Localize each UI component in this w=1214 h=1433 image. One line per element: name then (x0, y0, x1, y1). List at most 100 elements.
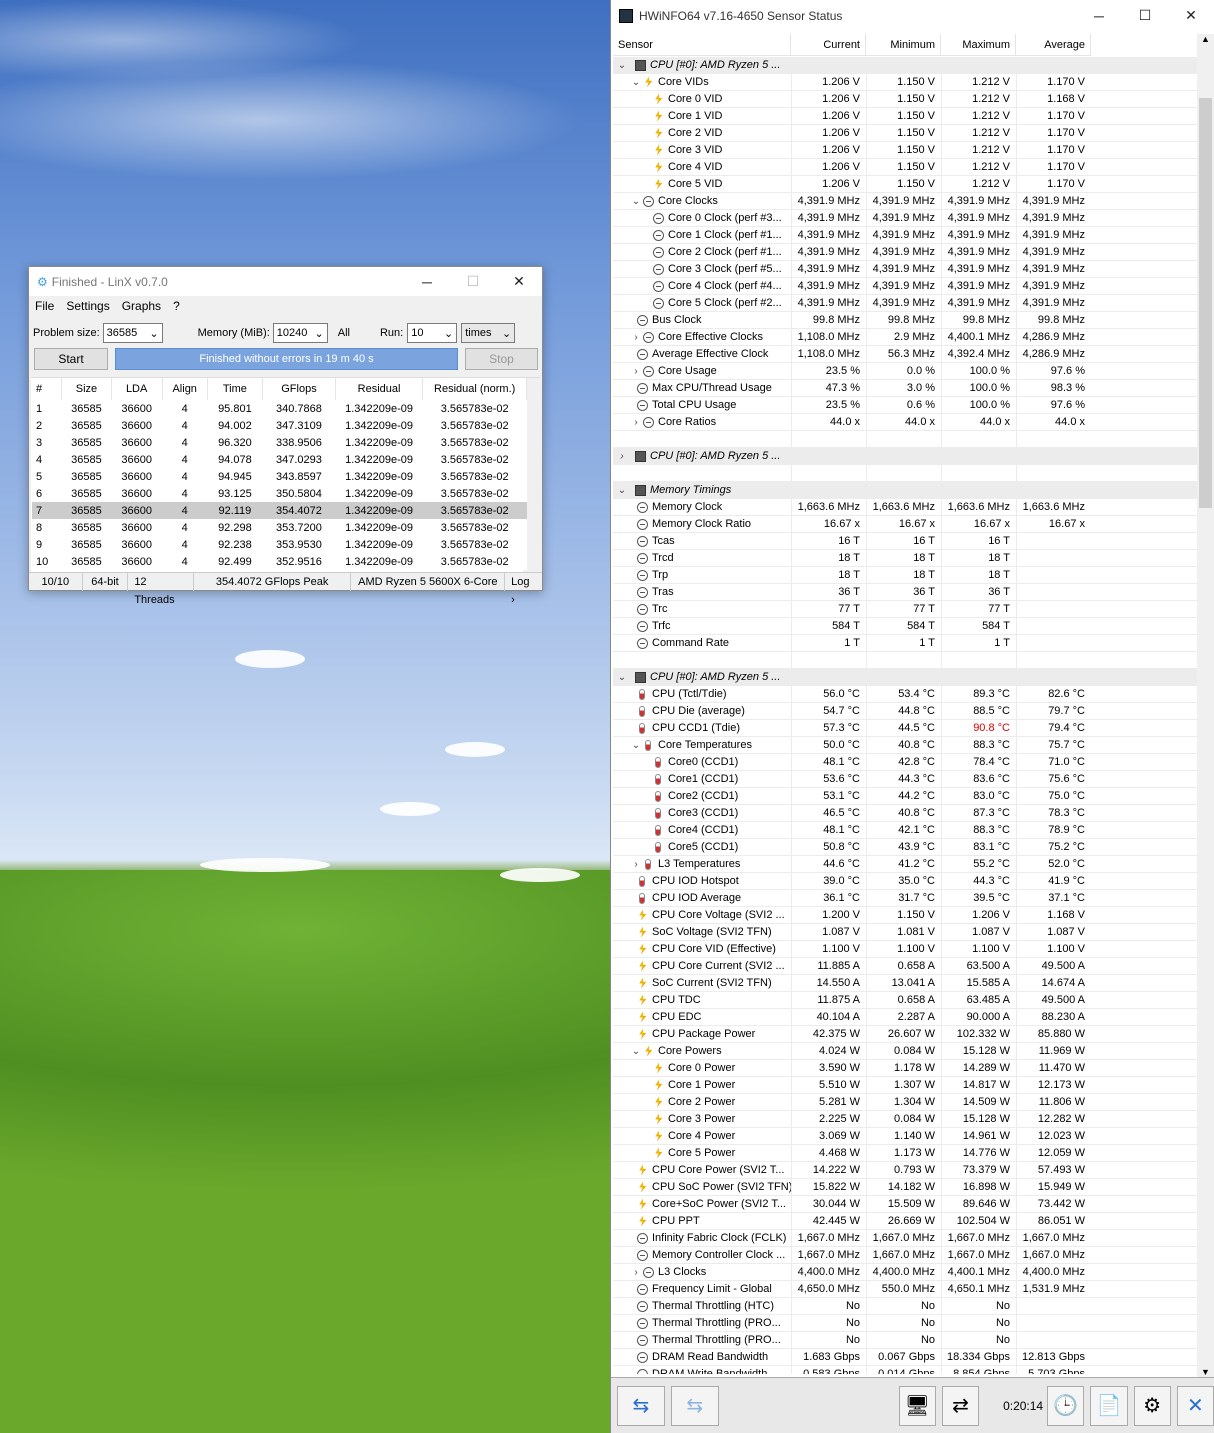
column-header[interactable]: Residual (335, 378, 424, 400)
maximize-icon[interactable]: ☐ (1122, 1, 1168, 30)
sensor-group-row[interactable]: ⌄ Memory Timings (613, 481, 1198, 499)
collapsed-chevron-icon[interactable]: › (629, 332, 643, 343)
sensor-row[interactable]: Core3 (CCD1) 46.5 °C 40.8 °C 87.3 °C 78.3 °C (613, 804, 1198, 822)
sensor-row[interactable]: Core0 (CCD1) 48.1 °C 42.8 °C 78.4 °C 71.0 °C (613, 753, 1198, 771)
sensor-row[interactable]: Average Effective Clock 1,108.0 MHz 56.3 M… (613, 345, 1198, 363)
expanded-chevron-icon[interactable]: ⌄ (615, 485, 629, 496)
collapsed-chevron-icon[interactable]: › (629, 859, 643, 870)
expanded-chevron-icon[interactable]: ⌄ (629, 740, 643, 751)
sensor-row[interactable]: Memory Clock 1,663.6 MHz 1,663.6 MHz 1,663.… (613, 498, 1198, 516)
sensor-row[interactable]: ⌄ Core Temperatures 50.0 °C 40.8 °C 88.3 °C 7… (613, 736, 1198, 754)
sensor-row[interactable]: CPU TDC 11.875 A 0.658 A 63.485 A 49.500 A (613, 991, 1198, 1009)
sensor-row[interactable]: Core 0 Power 3.590 W 1.178 W 14.289 W 11.470… (613, 1059, 1198, 1077)
column-header[interactable]: GFlops (262, 378, 336, 400)
col-average[interactable]: Average (1016, 34, 1091, 55)
vertical-scrollbar[interactable]: ▲ ▼ (1197, 34, 1214, 1377)
sensor-group-row[interactable]: ⌄ CPU [#0]: AMD Ryzen 5 ... (613, 57, 1198, 74)
settings-gear-icon[interactable]: ⚙ (1133, 1385, 1171, 1426)
expanded-chevron-icon[interactable]: ⌄ (615, 672, 629, 683)
expanded-chevron-icon[interactable]: ⌄ (615, 60, 629, 71)
column-header[interactable]: Residual (norm.) (422, 378, 527, 400)
sensor-row[interactable]: Thermal Throttling (PRO... No No No (613, 1314, 1198, 1332)
start-button[interactable]: Start (34, 348, 108, 370)
minimize-icon[interactable]: ─ (1076, 1, 1122, 30)
sensor-row[interactable]: Core 4 Power 3.069 W 1.140 W 14.961 W 12.023… (613, 1127, 1198, 1145)
expanded-chevron-icon[interactable]: ⌄ (629, 196, 643, 207)
sensor-row[interactable]: Memory Clock Ratio 16.67 x 16.67 x 16.67 x1… (613, 515, 1198, 533)
sensor-row[interactable]: Core 2 Power 5.281 W 1.304 W 14.509 W 11.806… (613, 1093, 1198, 1111)
sensor-row[interactable]: CPU SoC Power (SVI2 TFN) 15.822 W 14.182 W… (613, 1178, 1198, 1196)
sensor-row[interactable]: Core 4 VID 1.206 V 1.150 V 1.212 V 1.170 V (613, 158, 1198, 176)
sensor-row[interactable]: CPU IOD Average 36.1 °C 31.7 °C 39.5 °C 37.1… (613, 889, 1198, 907)
sensor-row[interactable]: Core 2 Clock (perf #1... 4,391.9 MHz 4,391… (613, 243, 1198, 261)
sensor-row[interactable]: Core 5 VID 1.206 V 1.150 V 1.212 V 1.170 V (613, 175, 1198, 193)
sensor-row[interactable]: Core 5 Clock (perf #2... 4,391.9 MHz 4,391… (613, 294, 1198, 312)
problem-size-combo[interactable]: 36585 ⌄ (102, 323, 163, 343)
sensor-row[interactable]: CPU Core Voltage (SVI2 ... 1.200 V 1.150 V… (613, 906, 1198, 924)
all-button[interactable]: All (338, 327, 350, 339)
sensor-row[interactable]: Core 4 Clock (perf #4... 4,391.9 MHz 4,391… (613, 277, 1198, 295)
sensor-row[interactable]: Core 3 Clock (perf #5... 4,391.9 MHz 4,391… (613, 260, 1198, 278)
scroll-up-icon[interactable]: ▲ (1197, 34, 1214, 44)
sensor-row[interactable]: Core1 (CCD1) 53.6 °C 44.3 °C 83.6 °C 75.6 °C (613, 770, 1198, 788)
sensor-row[interactable]: Core4 (CCD1) 48.1 °C 42.1 °C 88.3 °C 78.9 °C (613, 821, 1198, 839)
sensor-row[interactable]: Tcas 16 T 16 T 16 T (613, 532, 1198, 550)
expanded-chevron-icon[interactable]: ⌄ (629, 77, 643, 88)
run-combo[interactable]: 10 ⌄ (407, 323, 458, 343)
col-sensor[interactable]: Sensor (613, 34, 791, 55)
sensor-row[interactable]: Command Rate 1 T1 T1 T (613, 634, 1198, 652)
sensor-row[interactable]: DRAM Write Bandwidth 0.583 Gbps 0.014 Gbps… (613, 1365, 1198, 1374)
sensor-row[interactable]: Core2 (CCD1) 53.1 °C 44.2 °C 83.0 °C 75.0 °C (613, 787, 1198, 805)
column-header[interactable]: Align (162, 378, 208, 400)
times-combo[interactable]: times ⌄ (461, 323, 516, 343)
scroll-down-icon[interactable]: ▼ (1197, 1367, 1214, 1377)
close-icon[interactable]: ✕ (1176, 1385, 1214, 1426)
sensor-row[interactable]: ⌄ Core VIDs 1.206 V 1.150 V 1.212 V 1.170 V (613, 73, 1198, 91)
sensor-row[interactable]: Core+SoC Power (SVI2 T... 30.044 W 15.509 … (613, 1195, 1198, 1213)
sensor-row[interactable]: Thermal Throttling (PRO... No No No (613, 1331, 1198, 1349)
close-icon[interactable]: ✕ (1168, 1, 1214, 30)
menu-help[interactable]: ? (167, 299, 186, 313)
scroll-thumb[interactable] (1199, 98, 1212, 508)
table-row[interactable]: 2 36585 36600 4 94.002 347.3109 1.342209e-09 3.… (32, 417, 527, 434)
sensor-row[interactable]: SoC Current (SVI2 TFN) 14.550 A 13.041 A 15… (613, 974, 1198, 992)
navigate-icon[interactable]: ⇆ (617, 1385, 665, 1426)
collapsed-chevron-icon[interactable]: › (629, 417, 643, 428)
sensor-row[interactable]: ⌄ Core Powers 4.024 W 0.084 W 15.128 W 11.969… (613, 1042, 1198, 1060)
sensor-row[interactable]: Total CPU Usage 23.5 % 0.6 % 100.0 % 97.6 % (613, 396, 1198, 414)
col-maximum[interactable]: Maximum (941, 34, 1016, 55)
sensor-row[interactable]: CPU Core Current (SVI2 ... 11.885 A 0.658 … (613, 957, 1198, 975)
column-header[interactable]: Time (207, 378, 264, 400)
sensor-row[interactable]: Trcd 18 T 18 T 18 T (613, 549, 1198, 567)
sensor-row[interactable]: ⌄ Core Clocks 4,391.9 MHz 4,391.9 MHz 4,391.… (613, 192, 1198, 210)
menu-settings[interactable]: Settings (60, 299, 115, 313)
sensor-row[interactable]: CPU IOD Hotspot 39.0 °C 35.0 °C 44.3 °C 41.9… (613, 872, 1198, 890)
network-icon[interactable]: 🖥 (898, 1385, 936, 1426)
memory-combo[interactable]: 10240 ⌄ (272, 323, 328, 343)
sensor-row[interactable]: CPU CCD1 (Tdie) 57.3 °C 44.5 °C 90.8 °C 79.4… (613, 719, 1198, 737)
column-header[interactable]: # (32, 378, 63, 400)
table-row[interactable]: 6 36585 36600 4 93.125 350.5804 1.342209e-09 3.… (32, 485, 527, 502)
sensor-row[interactable]: Core 1 VID 1.206 V 1.150 V 1.212 V 1.170 V (613, 107, 1198, 125)
sensor-row[interactable]: Core 3 Power 2.225 W 0.084 W 15.128 W 12.282… (613, 1110, 1198, 1128)
stop-button[interactable]: Stop (465, 348, 538, 370)
table-row[interactable]: 10 36585 36600 4 92.499 352.9516 1.342209e-09 3… (32, 553, 527, 570)
sensor-row[interactable]: › Core Effective Clocks 1,108.0 MHz 2.9 MHz… (613, 328, 1198, 346)
sensor-row[interactable]: Infinity Fabric Clock (FCLK) 1,667.0 MHz 1… (613, 1229, 1198, 1247)
expanded-chevron-icon[interactable]: ⌄ (629, 1046, 643, 1057)
column-header[interactable]: Size (61, 378, 112, 400)
sensor-row[interactable]: CPU Die (average) 54.7 °C 44.8 °C 88.5 °C 79… (613, 702, 1198, 720)
sensor-row[interactable]: CPU Package Power 42.375 W 26.607 W 102.332… (613, 1025, 1198, 1043)
table-row[interactable]: 9 36585 36600 4 92.238 353.9530 1.342209e-09 3.… (32, 536, 527, 553)
table-row[interactable]: 8 36585 36600 4 92.298 353.7200 1.342209e-09 3.… (32, 519, 527, 536)
maximize-icon[interactable]: ☐ (450, 267, 496, 296)
sensor-row[interactable]: Core 0 Clock (perf #3... 4,391.9 MHz 4,391… (613, 209, 1198, 227)
table-row[interactable]: 3 36585 36600 4 96.320 338.9506 1.342209e-09 3.… (32, 434, 527, 451)
collapse-icon[interactable]: ⇆ (670, 1385, 719, 1426)
table-row[interactable]: 1 36585 36600 4 95.801 340.7868 1.342209e-09 3.… (32, 400, 527, 417)
sensor-row[interactable]: Core 3 VID 1.206 V 1.150 V 1.212 V 1.170 V (613, 141, 1198, 159)
sensor-row[interactable]: CPU Core VID (Effective) 1.100 V 1.100 V 1.… (613, 940, 1198, 958)
collapsed-chevron-icon[interactable]: › (615, 451, 629, 462)
sensor-row[interactable]: Core 0 VID 1.206 V 1.150 V 1.212 V 1.168 V (613, 90, 1198, 108)
column-header[interactable]: LDA (111, 378, 163, 400)
